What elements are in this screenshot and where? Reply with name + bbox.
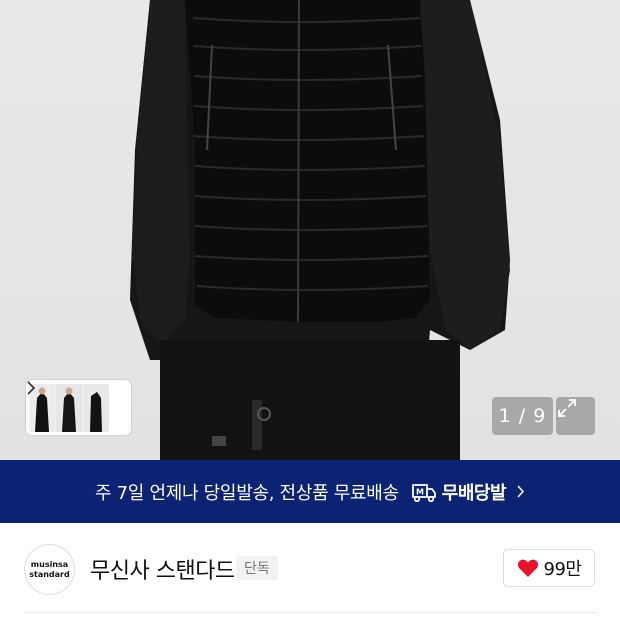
like-button[interactable]: 99만 [503, 549, 595, 587]
thumbnail-strip[interactable] [26, 380, 131, 435]
svg-text:M: M [416, 487, 424, 496]
banner-text: 주 7일 언제나 당일발송, 전상품 무료배송 [94, 482, 399, 504]
brand-row: musinsa standard 무신사 스탠다드 단독 99만 [0, 523, 620, 613]
brand-name[interactable]: 무신사 스탠다드 [90, 553, 235, 585]
product-image[interactable]: 1 / 9 [0, 0, 620, 460]
divider [24, 612, 596, 613]
brand-logo[interactable]: musinsa standard [24, 544, 75, 595]
brand-logo-line1: musinsa [30, 559, 69, 569]
banner-logo-text: 무배당발 [441, 482, 507, 504]
exclusive-badge: 단독 [236, 556, 278, 580]
brand-logo-line2: standard [29, 569, 70, 579]
banner-logo: M 무배당발 [411, 479, 507, 505]
delivery-truck-icon: M [411, 483, 436, 502]
product-thumbnails[interactable] [29, 383, 109, 432]
expand-icon[interactable] [556, 397, 595, 435]
shipping-banner[interactable]: 주 7일 언제나 당일발송, 전상품 무료배송 M 무배당발 [0, 460, 620, 523]
image-page-counter: 1 / 9 [492, 397, 553, 435]
chevron-right-icon [516, 484, 525, 499]
like-count: 99만 [543, 559, 582, 580]
heart-icon [517, 559, 538, 577]
thumbnail-next-icon[interactable] [27, 381, 131, 432]
